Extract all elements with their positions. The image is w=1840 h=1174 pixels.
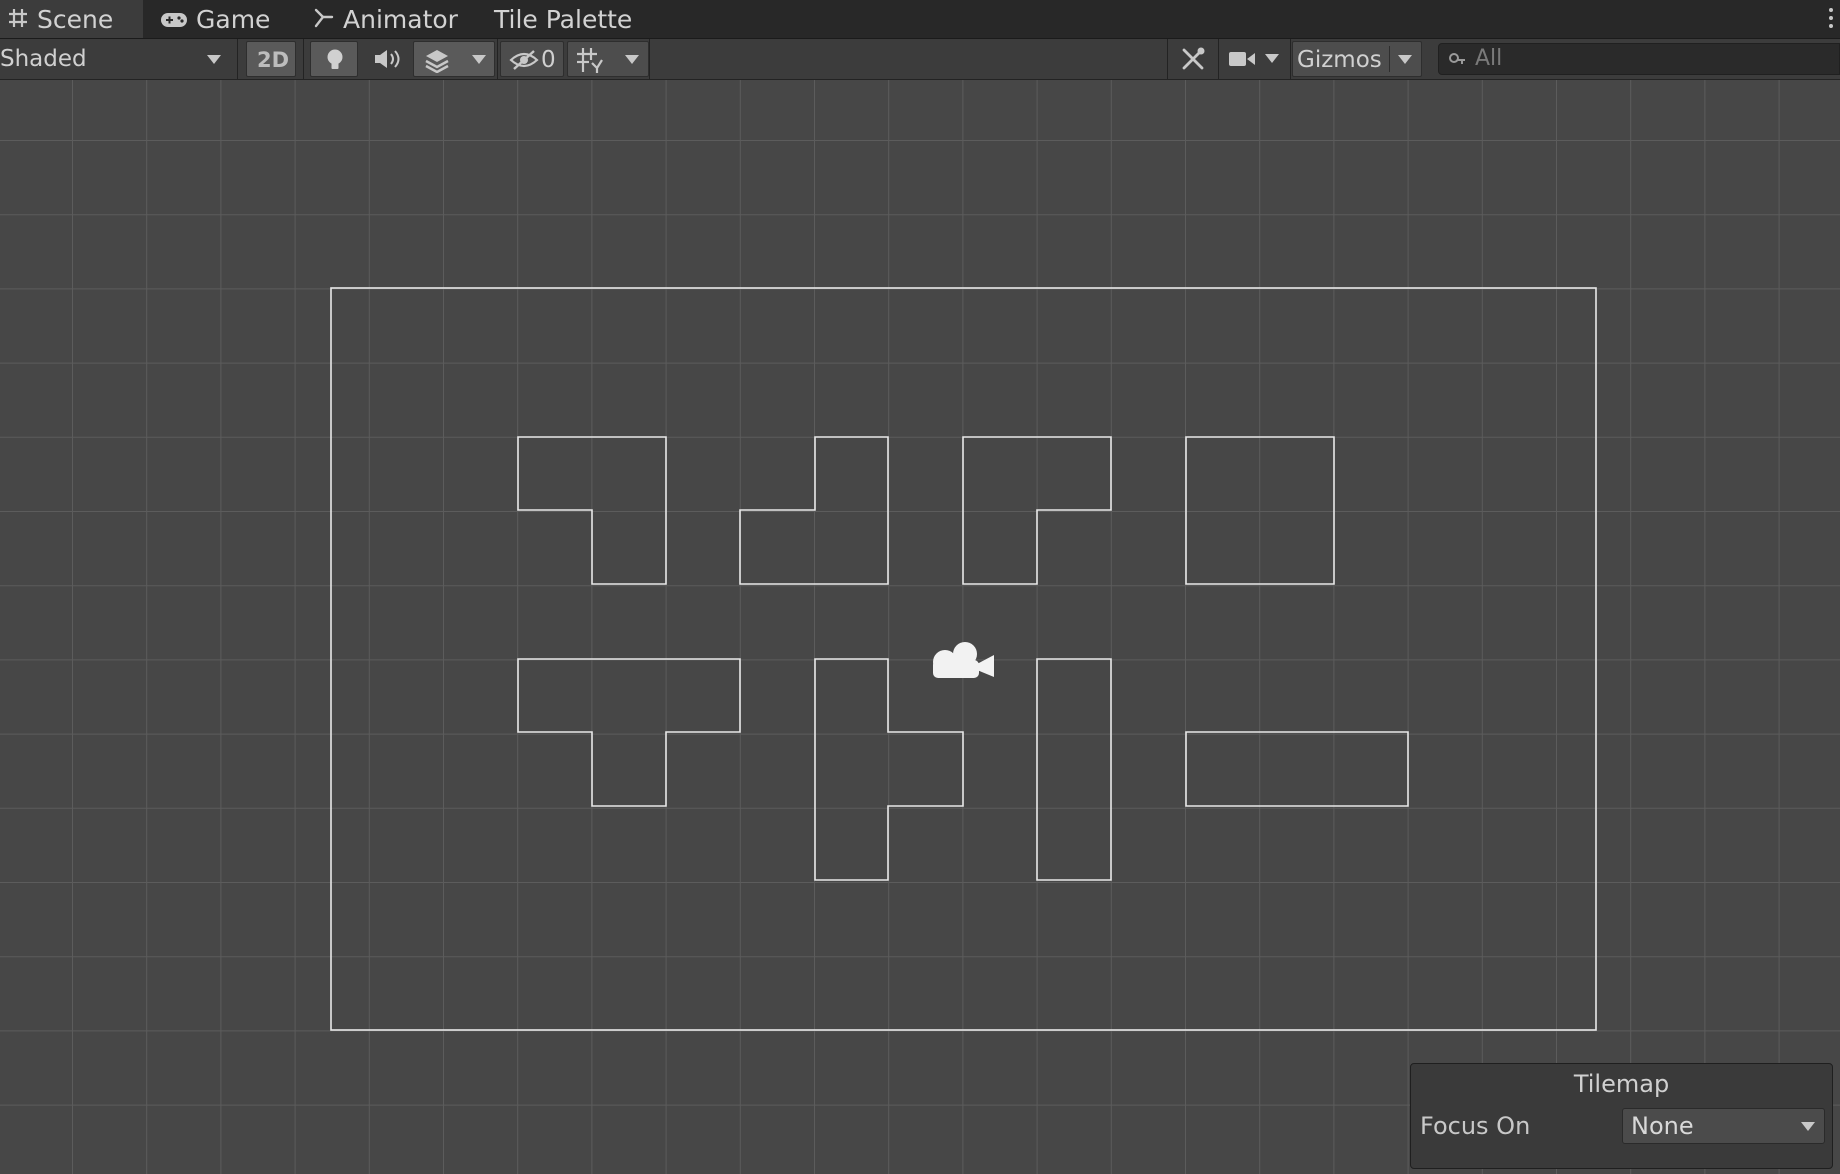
more-options-icon[interactable] <box>1828 4 1834 34</box>
tile-shape-outline <box>1185 731 1409 807</box>
gizmos-dropdown-button[interactable]: Gizmos <box>1292 41 1422 77</box>
tilemap-overlay: Tilemap Focus On None <box>1410 1063 1833 1169</box>
search-field[interactable]: All <box>1438 43 1840 75</box>
tile-shape-outline <box>517 658 741 807</box>
camera-settings-dropdown[interactable] <box>1222 41 1290 77</box>
scene-grid <box>0 80 1840 1174</box>
tab-label: Animator <box>343 5 458 34</box>
shading-mode-value: Shaded <box>0 46 87 72</box>
tab-bar: Scene Game Animator Tile Palette <box>0 0 1840 39</box>
search-placeholder: All <box>1475 46 1503 71</box>
gizmos-label: Gizmos <box>1297 47 1382 73</box>
grid-snap-dropdown-button[interactable] <box>567 41 649 77</box>
effects-layers-icon <box>423 47 451 77</box>
tab-label: Scene <box>37 5 114 34</box>
tab-label: Game <box>196 5 271 34</box>
tab-game[interactable]: Game <box>160 0 270 38</box>
scene-toolbar: Shaded 2D 0 Gizmos All <box>0 39 1840 80</box>
scene-canvas <box>0 80 1840 1174</box>
chevron-down-icon <box>472 55 486 64</box>
overlay-title: Tilemap <box>1573 1070 1670 1098</box>
chevron-down-icon <box>1398 55 1412 64</box>
search-icon <box>1448 52 1468 72</box>
scene-visibility-button[interactable]: 0 <box>500 41 564 77</box>
chevron-down-icon <box>625 55 639 64</box>
tools-button[interactable] <box>1171 41 1215 77</box>
camera-icon <box>1228 50 1256 72</box>
chevron-down-icon <box>1265 54 1279 63</box>
audio-icon <box>373 48 401 74</box>
focus-on-value: None <box>1631 1112 1694 1140</box>
tab-tile-palette[interactable]: Tile Palette <box>494 0 632 38</box>
animator-icon <box>313 1 335 41</box>
2d-toggle-button[interactable]: 2D <box>246 41 296 77</box>
scene-visibility-icon <box>509 49 539 75</box>
camera-gizmo-icon <box>933 642 994 678</box>
gamepad-icon <box>160 1 188 41</box>
grid-hash-icon <box>7 1 29 41</box>
hidden-objects-count: 0 <box>541 47 556 73</box>
focus-on-label: Focus On <box>1420 1112 1531 1140</box>
tab-label: Tile Palette <box>494 5 633 34</box>
lighting-bulb-icon <box>324 48 346 76</box>
effects-dropdown-button[interactable] <box>413 41 495 77</box>
tab-scene[interactable]: Scene <box>0 0 143 38</box>
focus-on-dropdown[interactable]: None <box>1622 1108 1825 1144</box>
scene-viewport[interactable] <box>0 80 1840 1174</box>
chevron-down-icon <box>207 55 221 64</box>
shading-mode-dropdown[interactable]: Shaded <box>0 41 232 77</box>
tab-animator[interactable]: Animator <box>313 0 458 38</box>
lighting-toggle-button[interactable] <box>310 41 358 77</box>
tools-icon <box>1180 46 1206 76</box>
chevron-down-icon <box>1801 1122 1815 1131</box>
grid-snap-icon <box>575 46 605 78</box>
audio-toggle-button[interactable] <box>362 41 410 77</box>
tile-shape-outline <box>1036 658 1112 881</box>
